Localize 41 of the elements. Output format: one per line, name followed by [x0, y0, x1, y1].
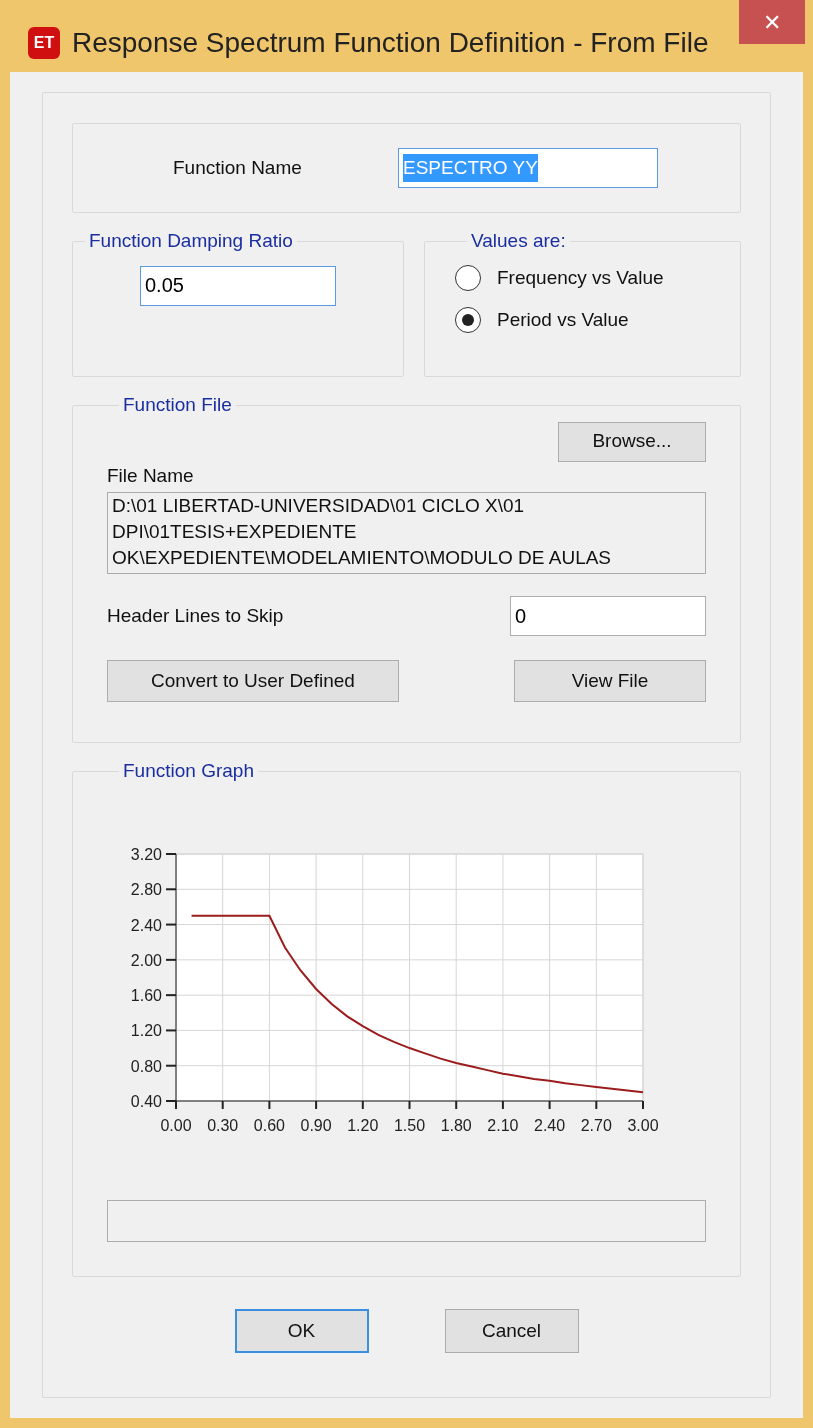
group-title: Function File	[122, 393, 233, 417]
radio-button[interactable]	[455, 307, 481, 334]
window-title: Response Spectrum Function Definition - From File	[72, 26, 709, 60]
x-tick-label: 0.90	[300, 1116, 332, 1134]
x-tick-label: 2.40	[534, 1116, 566, 1134]
x-tick-label: 3.00	[627, 1116, 659, 1134]
x-tick-label: 1.80	[440, 1116, 472, 1134]
function-name-label: Function Name	[173, 155, 303, 180]
y-tick-label: 0.40	[130, 1092, 162, 1110]
browse-button[interactable]: Browse...	[558, 421, 706, 462]
radio-label: Frequency vs Value	[497, 265, 664, 290]
group-title: Function Damping Ratio	[88, 229, 294, 253]
x-tick-label: 2.70	[580, 1116, 612, 1134]
file-name-field: D:\01 LIBERTAD-UNIVERSIDAD\01 CICLO X\01 DPI\01TESIS+EXPEDIENTE OK\EXPEDIENTE\MODELAMIENTO\MODULO DE AULAS	[107, 492, 706, 574]
convert-button[interactable]: Convert to User Defined	[107, 660, 399, 702]
y-tick-label: 2.00	[130, 951, 162, 969]
header-lines-field[interactable]: 0	[510, 596, 706, 636]
view-file-button[interactable]: View File	[514, 660, 706, 702]
file-name-label: File Name	[107, 463, 195, 488]
app-icon: ET	[28, 27, 60, 59]
group-title: Values are:	[470, 229, 567, 253]
y-tick-label: 0.80	[130, 1057, 162, 1075]
y-tick-label: 1.20	[130, 1021, 162, 1039]
x-tick-label: 1.20	[347, 1116, 379, 1134]
y-tick-label: 3.20	[130, 845, 162, 863]
x-tick-label: 2.10	[487, 1116, 519, 1134]
y-tick-label: 2.80	[130, 880, 162, 898]
dialog-button[interactable]: Cancel	[444, 1309, 579, 1353]
x-tick-label: 0.00	[160, 1116, 192, 1134]
radio-button[interactable]	[455, 264, 481, 291]
header-lines-label: Header Lines to Skip	[107, 603, 284, 628]
y-tick-label: 1.60	[130, 986, 162, 1004]
radio-label: Period vs Value	[497, 308, 629, 332]
x-tick-label: 0.30	[207, 1116, 239, 1134]
damping-ratio-field[interactable]: 0.05	[140, 265, 336, 306]
x-tick-label: 0.60	[253, 1116, 285, 1134]
dialog-button[interactable]: OK	[234, 1309, 369, 1353]
group-title: Function Graph	[122, 759, 255, 783]
close-button[interactable]: ✕	[739, 0, 805, 44]
x-tick-label: 1.50	[393, 1116, 426, 1134]
y-tick-label: 2.40	[130, 916, 162, 934]
